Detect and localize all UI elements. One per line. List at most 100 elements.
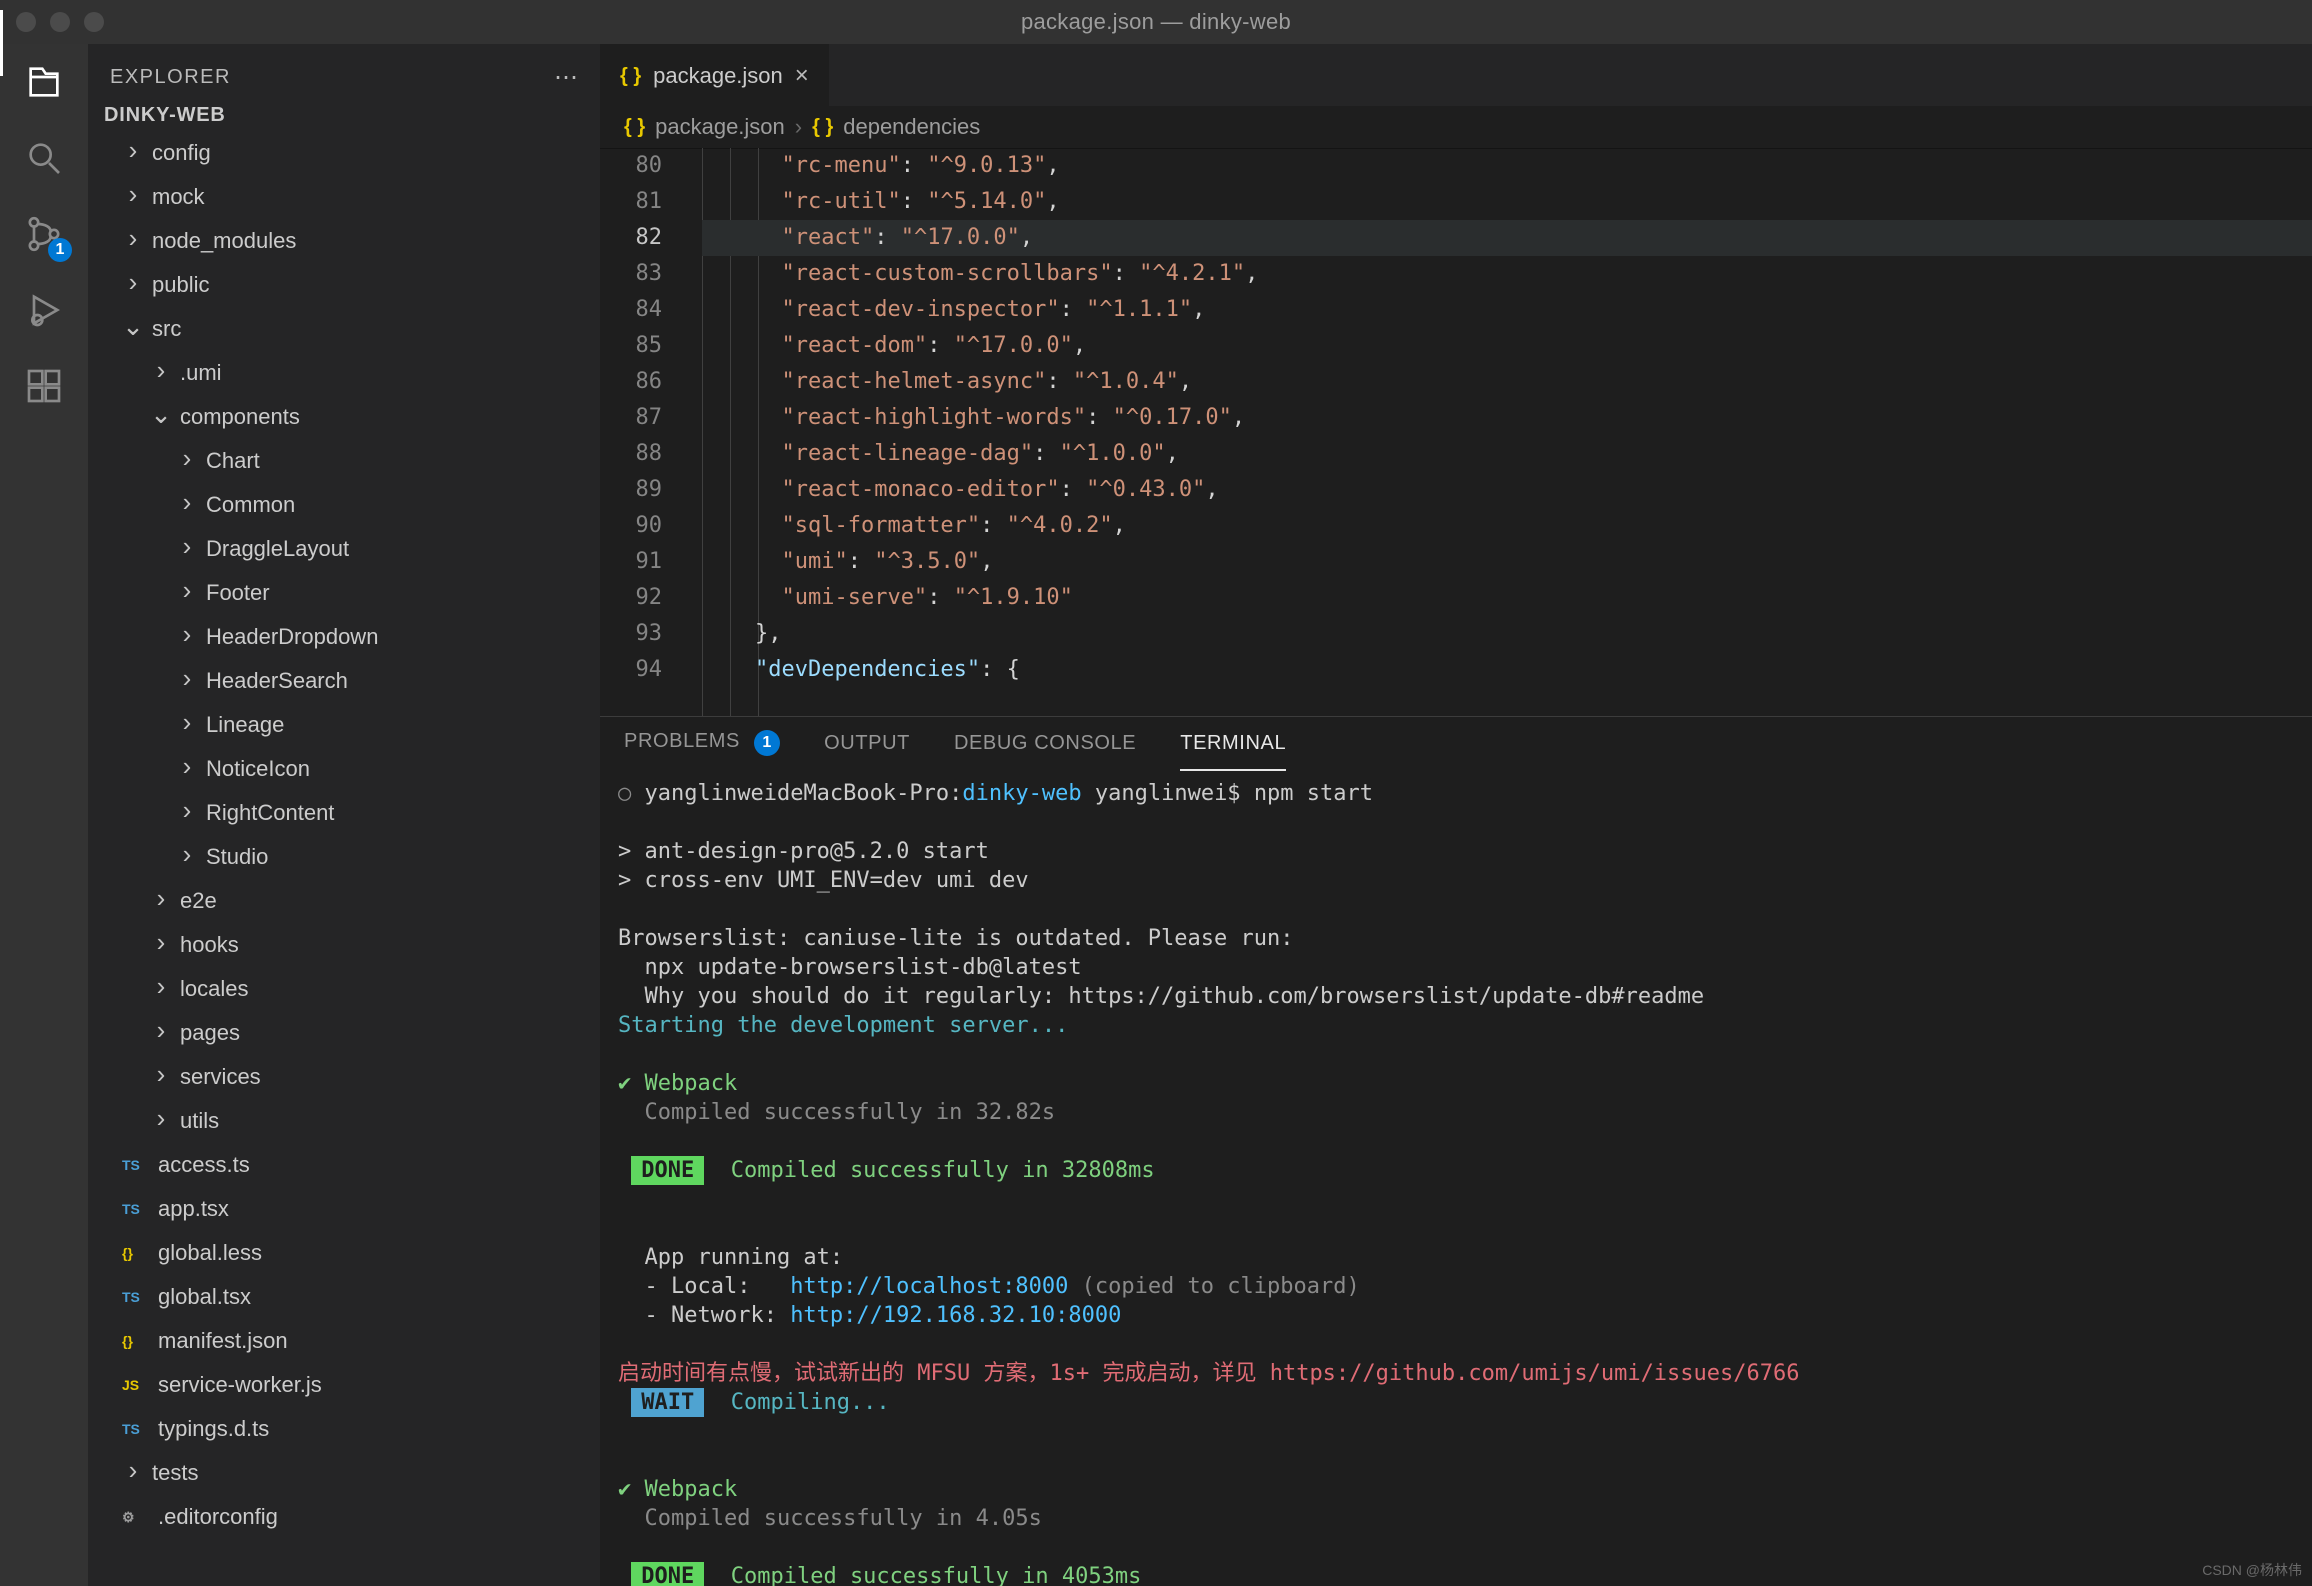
folder-item[interactable]: utils — [88, 1099, 600, 1143]
tab-problems[interactable]: PROBLEMS 1 — [624, 720, 780, 766]
file-item[interactable]: TSglobal.tsx — [88, 1275, 600, 1319]
chevron-right-icon — [176, 450, 198, 473]
line-number-gutter: 808182838485868788899091929394 — [600, 148, 684, 716]
folder-item[interactable]: Footer — [88, 571, 600, 615]
folder-item[interactable]: DraggleLayout — [88, 527, 600, 571]
code-line[interactable]: "sql-formatter": "^4.0.2", — [702, 508, 2312, 544]
breadcrumb-item[interactable]: dependencies — [843, 114, 980, 140]
code-line[interactable]: "react-dev-inspector": "^1.1.1", — [702, 292, 2312, 328]
file-item[interactable]: TS access.ts — [88, 1143, 600, 1187]
tree-item-label: HeaderDropdown — [206, 624, 378, 650]
folder-item[interactable]: node_modules — [88, 219, 600, 263]
tree-item-label: tests — [152, 1460, 198, 1486]
code-line[interactable]: "react-dom": "^17.0.0", — [702, 328, 2312, 364]
source-control-icon[interactable]: 1 — [22, 212, 66, 256]
folder-item[interactable]: services — [88, 1055, 600, 1099]
file-item[interactable]: {}global.less — [88, 1231, 600, 1275]
file-type-icon: JS — [122, 1377, 150, 1393]
folder-item[interactable]: Chart — [88, 439, 600, 483]
watermark: CSDN @杨林伟 — [2202, 1560, 2302, 1580]
folder-item[interactable]: NoticeIcon — [88, 747, 600, 791]
folder-item[interactable]: components — [88, 395, 600, 439]
chevron-right-icon — [150, 978, 172, 1001]
extensions-icon[interactable] — [22, 364, 66, 408]
code-line[interactable]: "react-helmet-async": "^1.0.4", — [702, 364, 2312, 400]
file-item[interactable]: TSapp.tsx — [88, 1187, 600, 1231]
explorer-icon[interactable] — [22, 60, 66, 104]
tree-item-label: Common — [206, 492, 295, 518]
file-type-icon: {} — [122, 1333, 150, 1349]
tree-item-label: config — [152, 140, 211, 166]
terminal[interactable]: ○ yanglinweideMacBook-Pro:dinky-web yang… — [600, 769, 2312, 1586]
tab-debug-console[interactable]: DEBUG CONSOLE — [954, 722, 1136, 765]
code-line[interactable]: "umi-serve": "^1.9.10" — [702, 580, 2312, 616]
folder-item[interactable]: pages — [88, 1011, 600, 1055]
window-title: package.json — dinky-web — [0, 9, 2312, 35]
file-type-icon: TS — [122, 1421, 150, 1437]
run-debug-icon[interactable] — [22, 288, 66, 332]
file-item[interactable]: TStypings.d.ts — [88, 1407, 600, 1451]
folder-item[interactable]: mock — [88, 175, 600, 219]
folder-item[interactable]: tests — [88, 1451, 600, 1495]
chevron-right-icon — [176, 670, 198, 693]
folder-item[interactable]: RightContent — [88, 791, 600, 835]
file-item[interactable]: ⚙.editorconfig — [88, 1495, 600, 1539]
folder-item[interactable]: public — [88, 263, 600, 307]
tab-output[interactable]: OUTPUT — [824, 722, 910, 765]
tree-item-label: RightContent — [206, 800, 334, 826]
tree-item-label: service-worker.js — [158, 1372, 322, 1398]
project-root[interactable]: DINKY-WEB — [88, 100, 600, 131]
breadcrumbs[interactable]: { } package.json › { } dependencies — [600, 106, 2312, 148]
folder-item[interactable]: .umi — [88, 351, 600, 395]
folder-item[interactable]: config — [88, 131, 600, 175]
tree-item-label: access.ts — [158, 1152, 250, 1178]
chevron-right-icon — [150, 934, 172, 957]
folder-item[interactable]: hooks — [88, 923, 600, 967]
chevron-right-icon — [176, 626, 198, 649]
code-line[interactable]: }, — [702, 616, 2312, 652]
sidebar-title: EXPLORER — [110, 66, 231, 89]
chevron-right-icon — [150, 1066, 172, 1089]
tree-item-label: Footer — [206, 580, 270, 606]
tree-item-label: mock — [152, 184, 205, 210]
tree-item-label: .editorconfig — [158, 1504, 278, 1530]
code-line[interactable]: "react-highlight-words": "^0.17.0", — [702, 400, 2312, 436]
code-line[interactable]: "react-lineage-dag": "^1.0.0", — [702, 436, 2312, 472]
chevron-right-icon — [150, 362, 172, 385]
code-line[interactable]: "rc-util": "^5.14.0", — [702, 184, 2312, 220]
file-type-icon: TS — [122, 1157, 150, 1173]
folder-item[interactable]: src — [88, 307, 600, 351]
code-line[interactable]: "devDependencies": { — [702, 652, 2312, 688]
code-line[interactable]: "react-custom-scrollbars": "^4.2.1", — [702, 256, 2312, 292]
breadcrumb-item[interactable]: package.json — [655, 114, 785, 140]
code-editor[interactable]: 808182838485868788899091929394 "rc-menu"… — [600, 148, 2312, 716]
problems-badge: 1 — [754, 730, 780, 756]
code-line[interactable]: "rc-menu": "^9.0.13", — [702, 148, 2312, 184]
file-item[interactable]: JS service-worker.js — [88, 1363, 600, 1407]
tree-item-label: global.tsx — [158, 1284, 251, 1310]
tab-terminal[interactable]: TERMINAL — [1180, 722, 1286, 765]
chevron-right-icon — [176, 758, 198, 781]
sidebar-more-button[interactable]: ⋯ — [554, 63, 578, 92]
folder-item[interactable]: Common — [88, 483, 600, 527]
folder-item[interactable]: Lineage — [88, 703, 600, 747]
tree-item-label: manifest.json — [158, 1328, 288, 1354]
panel-tabs: PROBLEMS 1 OUTPUT DEBUG CONSOLE TERMINAL — [600, 717, 2312, 769]
close-icon[interactable]: × — [795, 62, 809, 90]
folder-item[interactable]: e2e — [88, 879, 600, 923]
code-line[interactable]: "react-monaco-editor": "^0.43.0", — [702, 472, 2312, 508]
chevron-right-icon — [176, 538, 198, 561]
folder-item[interactable]: locales — [88, 967, 600, 1011]
folder-item[interactable]: HeaderSearch — [88, 659, 600, 703]
search-icon[interactable] — [22, 136, 66, 180]
folder-item[interactable]: Studio — [88, 835, 600, 879]
activity-bar: 1 — [0, 44, 88, 1586]
code-line[interactable]: "umi": "^3.5.0", — [702, 544, 2312, 580]
code-line[interactable]: "react": "^17.0.0", — [702, 220, 2312, 256]
tree-item-label: NoticeIcon — [206, 756, 310, 782]
file-item[interactable]: {} manifest.json — [88, 1319, 600, 1363]
json-icon: { } — [812, 116, 833, 139]
chevron-right-icon — [150, 1110, 172, 1133]
tab-package-json[interactable]: { } package.json × — [600, 44, 829, 106]
folder-item[interactable]: HeaderDropdown — [88, 615, 600, 659]
